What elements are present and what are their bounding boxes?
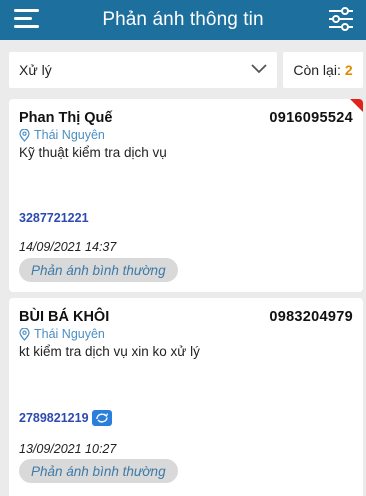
filter-toolbar: Xử lý Còn lại: 2 bbox=[0, 40, 366, 95]
location: Thái Nguyên bbox=[19, 327, 105, 341]
remaining-count: 2 bbox=[344, 62, 353, 78]
customer-phone: 0983204979 bbox=[269, 309, 353, 325]
location-pin-icon bbox=[19, 128, 30, 142]
page-title: Phản ánh thông tin bbox=[102, 9, 264, 30]
status-select[interactable]: Xử lý bbox=[9, 52, 277, 88]
ticket-code: 2789821219 bbox=[19, 410, 112, 426]
ticket-code: 3287721221 bbox=[19, 211, 89, 225]
feedback-card[interactable]: Phan Thị Quế 0916095524 Thái Nguyên Kỹ t… bbox=[9, 99, 363, 292]
app-header: Phản ánh thông tin bbox=[0, 0, 366, 40]
location-pin-icon bbox=[19, 327, 30, 341]
ticket-code-value: 3287721221 bbox=[19, 211, 89, 225]
location-label: Thái Nguyên bbox=[34, 327, 105, 341]
created-datetime: 13/09/2021 10:27 bbox=[19, 442, 117, 456]
remaining-counter: Còn lại: 2 bbox=[283, 52, 363, 88]
customer-name: Phan Thị Quế bbox=[19, 110, 113, 126]
status-badge: Phản ánh bình thường bbox=[19, 258, 178, 282]
hamburger-menu-icon[interactable] bbox=[14, 8, 42, 30]
sync-icon[interactable] bbox=[91, 410, 112, 426]
description: kt kiểm tra dịch vụ xin ko xử lý bbox=[19, 344, 200, 359]
status-select-value: Xử lý bbox=[19, 62, 52, 78]
description: Kỹ thuật kiểm tra dịch vụ bbox=[19, 145, 167, 160]
location: Thái Nguyên bbox=[19, 128, 105, 142]
feedback-card[interactable]: BÙI BÁ KHÔI 0983204979 Thái Nguyên kt ki… bbox=[9, 298, 363, 496]
customer-phone: 0916095524 bbox=[269, 110, 353, 126]
location-label: Thái Nguyên bbox=[34, 128, 105, 142]
ticket-code-value: 2789821219 bbox=[19, 411, 89, 425]
sliders-filter-icon[interactable] bbox=[328, 7, 354, 31]
customer-name: BÙI BÁ KHÔI bbox=[19, 309, 110, 325]
created-datetime: 14/09/2021 14:37 bbox=[19, 240, 117, 254]
status-badge: Phản ánh bình thường bbox=[19, 459, 178, 483]
remaining-label: Còn lại: bbox=[293, 62, 341, 78]
chevron-down-icon bbox=[251, 64, 267, 74]
